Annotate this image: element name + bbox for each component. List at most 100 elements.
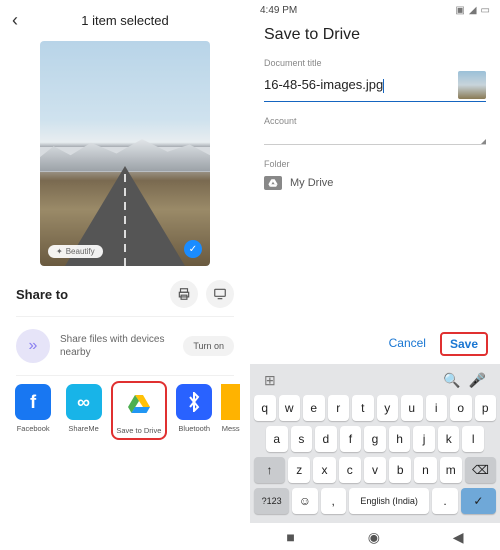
key-x[interactable]: x bbox=[313, 457, 335, 483]
key-k[interactable]: k bbox=[438, 426, 460, 452]
key-u[interactable]: u bbox=[401, 395, 423, 421]
bluetooth-icon bbox=[176, 384, 212, 420]
save-button[interactable]: Save bbox=[440, 332, 488, 356]
nearby-share-row: » Share files with devices nearby Turn o… bbox=[0, 317, 250, 375]
account-field: Account bbox=[250, 116, 500, 159]
field-label: Account bbox=[264, 116, 486, 126]
key-s[interactable]: s bbox=[291, 426, 313, 452]
key-comma[interactable]: , bbox=[321, 488, 346, 514]
key-i[interactable]: i bbox=[426, 395, 448, 421]
nearby-text: Share files with devices nearby bbox=[60, 333, 173, 359]
key-shift[interactable]: ↑ bbox=[254, 457, 285, 483]
key-b[interactable]: b bbox=[389, 457, 411, 483]
nav-home-icon[interactable]: ◉ bbox=[368, 529, 380, 546]
beautify-chip[interactable]: ✦ Beautify bbox=[48, 245, 103, 258]
photo-preview[interactable]: ✦ Beautify ✓ bbox=[40, 41, 210, 266]
nav-recents-icon[interactable]: ■ bbox=[286, 529, 294, 546]
app-bluetooth[interactable]: Bluetooth bbox=[171, 384, 217, 440]
key-period[interactable]: . bbox=[432, 488, 457, 514]
field-label: Folder bbox=[264, 159, 486, 169]
key-j[interactable]: j bbox=[413, 426, 435, 452]
key-space[interactable]: English (India) bbox=[349, 488, 430, 514]
battery-icon: ▭ bbox=[481, 5, 490, 16]
dialog-title: Save to Drive bbox=[250, 18, 500, 58]
page-title: 1 item selected bbox=[32, 13, 218, 28]
keyboard: ⊞ 🔍 🎤 q w e r t y u i o p a s d f g h j … bbox=[250, 364, 500, 523]
key-r[interactable]: r bbox=[328, 395, 350, 421]
save-to-drive-screen: 4:49 PM ▣ ◢ ▭ Save to Drive Document tit… bbox=[250, 0, 500, 550]
drive-icon bbox=[121, 386, 157, 422]
drive-folder-icon bbox=[264, 176, 282, 190]
kb-row-3: ↑ z x c v b n m ⌫ bbox=[254, 457, 496, 483]
key-y[interactable]: y bbox=[377, 395, 399, 421]
road-line-graphic bbox=[124, 171, 126, 266]
key-z[interactable]: z bbox=[288, 457, 310, 483]
key-q[interactable]: q bbox=[254, 395, 276, 421]
search-icon[interactable]: 🔍 bbox=[443, 372, 460, 389]
mic-icon[interactable]: 🎤 bbox=[469, 372, 486, 389]
nearby-icon: » bbox=[16, 329, 50, 363]
kb-row-4: ?123 ☺ , English (India) . ✓ bbox=[254, 488, 496, 514]
key-m[interactable]: m bbox=[440, 457, 462, 483]
field-label: Document title bbox=[264, 58, 486, 68]
key-g[interactable]: g bbox=[364, 426, 386, 452]
status-bar: 4:49 PM ▣ ◢ ▭ bbox=[250, 0, 500, 18]
folder-selector[interactable]: My Drive bbox=[264, 172, 486, 190]
beautify-label: Beautify bbox=[66, 247, 95, 256]
folder-value: My Drive bbox=[290, 177, 333, 189]
app-messenger[interactable]: Mess bbox=[221, 384, 240, 440]
key-l[interactable]: l bbox=[462, 426, 484, 452]
turn-on-button[interactable]: Turn on bbox=[183, 336, 234, 356]
back-icon[interactable]: ‹ bbox=[12, 10, 32, 31]
key-w[interactable]: w bbox=[279, 395, 301, 421]
dialog-actions: Cancel Save bbox=[250, 326, 500, 364]
key-v[interactable]: v bbox=[364, 457, 386, 483]
photo-preview-wrap: ✦ Beautify ✓ bbox=[0, 41, 250, 266]
app-facebook[interactable]: f Facebook bbox=[10, 384, 56, 440]
key-enter[interactable]: ✓ bbox=[461, 488, 496, 514]
account-dropdown[interactable] bbox=[264, 129, 486, 145]
facebook-icon: f bbox=[15, 384, 51, 420]
folder-field: Folder My Drive bbox=[250, 159, 500, 204]
key-p[interactable]: p bbox=[475, 395, 497, 421]
messenger-icon bbox=[221, 384, 240, 420]
key-d[interactable]: d bbox=[315, 426, 337, 452]
android-nav-bar: ■ ◉ ◀ bbox=[250, 523, 500, 550]
key-a[interactable]: a bbox=[266, 426, 288, 452]
text-cursor bbox=[383, 79, 384, 93]
key-c[interactable]: c bbox=[339, 457, 361, 483]
vibrate-icon: ▣ bbox=[455, 5, 464, 16]
cancel-button[interactable]: Cancel bbox=[381, 332, 434, 356]
app-save-to-drive[interactable]: Save to Drive bbox=[111, 381, 167, 440]
kb-row-1: q w e r t y u i o p bbox=[254, 395, 496, 421]
nav-back-icon[interactable]: ◀ bbox=[453, 529, 464, 546]
key-e[interactable]: e bbox=[303, 395, 325, 421]
print-icon[interactable] bbox=[170, 280, 198, 308]
app-label: ShareMe bbox=[68, 424, 98, 433]
doc-title-value: 16-48-56-images.jpg bbox=[264, 77, 383, 92]
grid-icon[interactable]: ⊞ bbox=[264, 372, 276, 389]
shareme-icon: ∞ bbox=[66, 384, 102, 420]
key-n[interactable]: n bbox=[414, 457, 436, 483]
cast-icon[interactable] bbox=[206, 280, 234, 308]
key-h[interactable]: h bbox=[389, 426, 411, 452]
share-screen: ‹ 1 item selected ✦ Beautify ✓ Share to … bbox=[0, 0, 250, 550]
app-label: Mess bbox=[222, 424, 240, 433]
document-thumbnail bbox=[458, 71, 486, 99]
key-f[interactable]: f bbox=[340, 426, 362, 452]
key-emoji[interactable]: ☺ bbox=[292, 488, 317, 514]
share-to-row: Share to bbox=[0, 266, 250, 316]
sparkle-icon: ✦ bbox=[56, 247, 63, 256]
app-label: Bluetooth bbox=[178, 424, 210, 433]
key-o[interactable]: o bbox=[450, 395, 472, 421]
share-to-label: Share to bbox=[16, 287, 162, 302]
key-backspace[interactable]: ⌫ bbox=[465, 457, 496, 483]
app-shareme[interactable]: ∞ ShareMe bbox=[60, 384, 106, 440]
selected-check-icon[interactable]: ✓ bbox=[184, 240, 202, 258]
document-title-input[interactable]: 16-48-56-images.jpg bbox=[264, 77, 452, 93]
keyboard-toolbar: ⊞ 🔍 🎤 bbox=[254, 370, 496, 395]
status-time: 4:49 PM bbox=[260, 5, 297, 16]
key-symbols[interactable]: ?123 bbox=[254, 488, 289, 514]
key-t[interactable]: t bbox=[352, 395, 374, 421]
app-label: Facebook bbox=[17, 424, 50, 433]
